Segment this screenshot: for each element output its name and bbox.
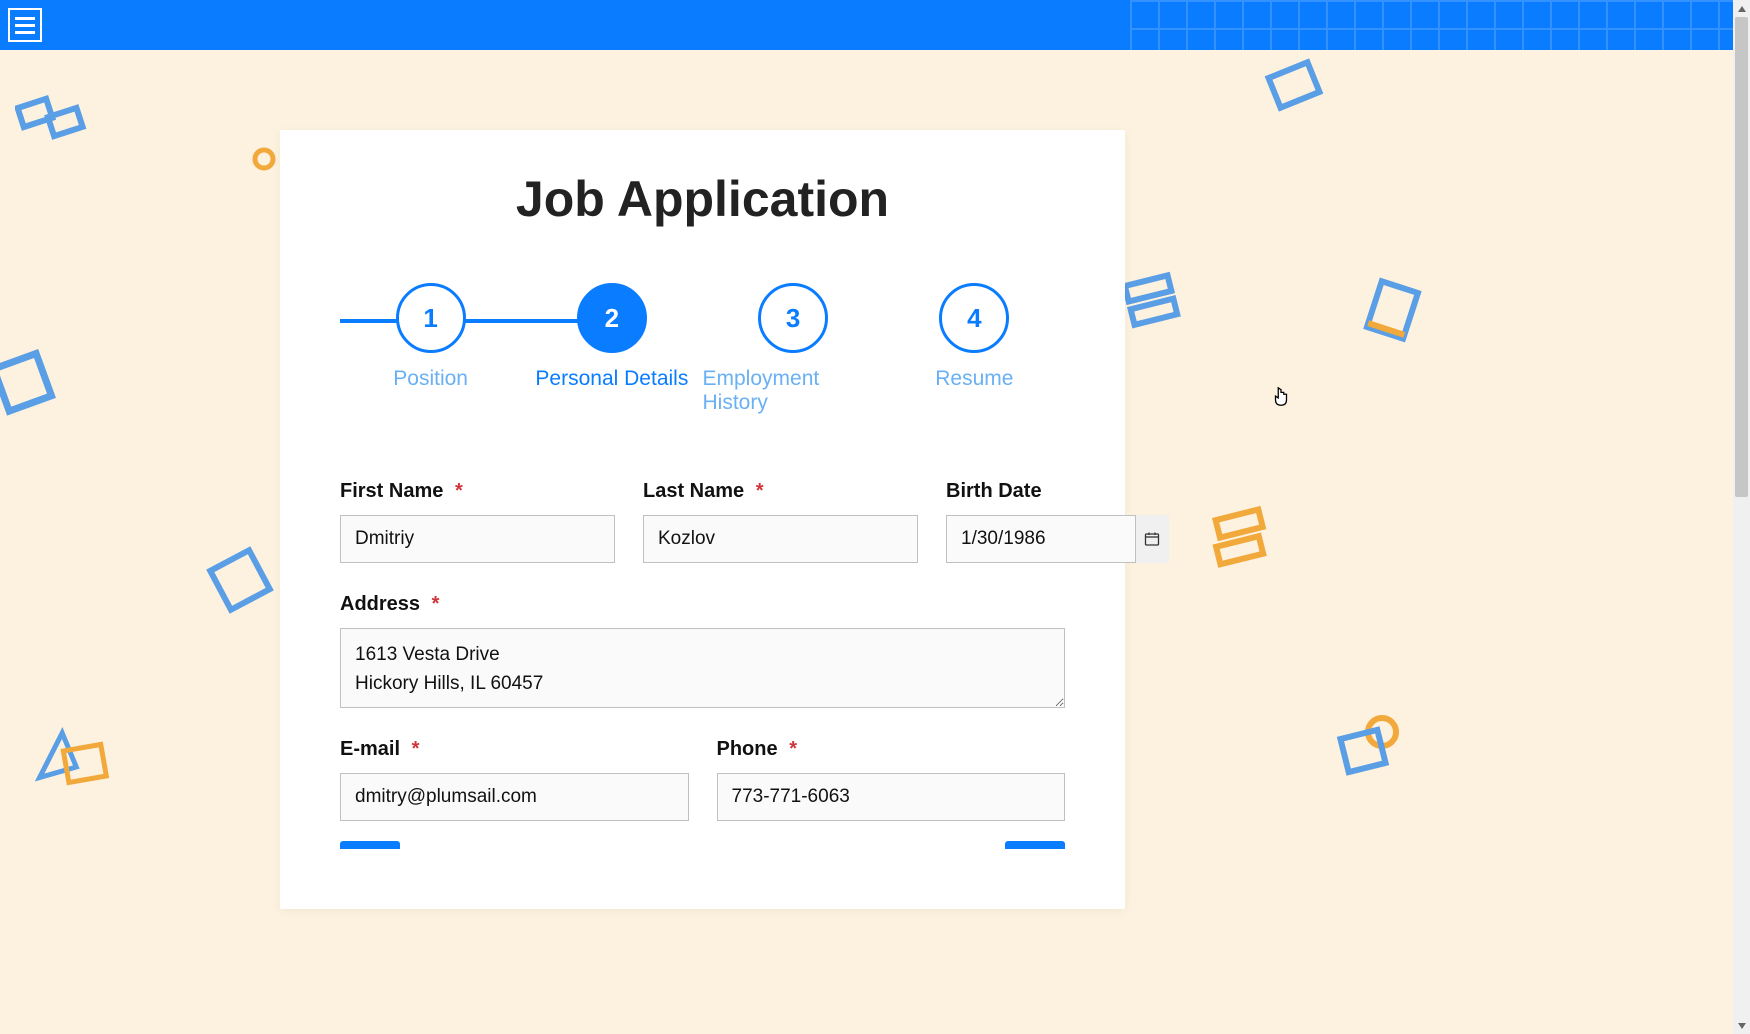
deco-shape [250,145,278,173]
topbar-pattern [1130,0,1750,50]
wizard-step-label: Position [393,367,468,391]
field-row: Address * [340,593,1065,708]
phone-input[interactable] [717,773,1066,821]
page-title: Job Application [340,170,1065,228]
scrollbar-thumb[interactable] [1735,17,1748,497]
back-button[interactable] [340,841,400,849]
wizard-step-resume[interactable]: 4 Resume [884,283,1065,391]
scroll-up-icon[interactable] [1733,0,1750,17]
wizard-step-label: Employment History [703,367,884,415]
deco-shape [1210,500,1295,585]
form-card: Job Application 1 Position 2 Personal De… [280,130,1125,909]
wizard-step-label: Personal Details [535,367,688,391]
label-birth-date: Birth Date [946,480,1169,503]
field-row: E-mail * Phone * [340,738,1065,821]
wizard-step-position[interactable]: 1 Position [340,283,521,391]
first-name-input[interactable] [340,515,615,563]
deco-shape [1360,275,1430,355]
label-address: Address * [340,593,1065,616]
deco-shape [1120,268,1200,338]
field-first-name: First Name * [340,480,615,563]
field-address: Address * [340,593,1065,708]
wizard: 1 Position 2 Personal Details 3 Employme… [340,283,1065,415]
label-last-name: Last Name * [643,480,918,503]
required-marker: * [412,738,420,760]
deco-shape [200,540,280,620]
required-marker: * [432,593,440,615]
deco-shape [15,90,90,150]
deco-shape [0,340,70,430]
wizard-step-number: 2 [577,283,647,353]
email-input[interactable] [340,773,689,821]
field-birth-date: Birth Date [946,480,1169,563]
calendar-icon[interactable] [1135,515,1169,563]
wizard-step-employment-history[interactable]: 3 Employment History [703,283,884,415]
label-phone: Phone * [717,738,1066,761]
wizard-step-number: 1 [396,283,466,353]
field-last-name: Last Name * [643,480,918,563]
field-row: First Name * Last Name * Birth Date [340,480,1065,563]
address-input[interactable] [340,628,1065,708]
deco-shape [1330,710,1410,780]
required-marker: * [756,480,764,502]
wizard-step-label: Resume [935,367,1013,391]
deco-shape [25,720,115,800]
wizard-step-personal-details[interactable]: 2 Personal Details [521,283,702,391]
wizard-step-number: 4 [939,283,1009,353]
required-marker: * [789,738,797,760]
label-first-name: First Name * [340,480,615,503]
scrollbar[interactable] [1733,0,1750,1034]
pointer-cursor-icon [1270,386,1292,408]
top-bar [0,0,1750,50]
field-email: E-mail * [340,738,689,821]
next-button[interactable] [1005,841,1065,849]
wizard-nav [340,841,1065,849]
scroll-down-icon[interactable] [1733,1017,1750,1034]
last-name-input[interactable] [643,515,918,563]
required-marker: * [455,480,463,502]
field-phone: Phone * [717,738,1066,821]
label-email: E-mail * [340,738,689,761]
deco-shape [1255,55,1335,125]
menu-button[interactable] [8,8,42,42]
wizard-step-number: 3 [758,283,828,353]
